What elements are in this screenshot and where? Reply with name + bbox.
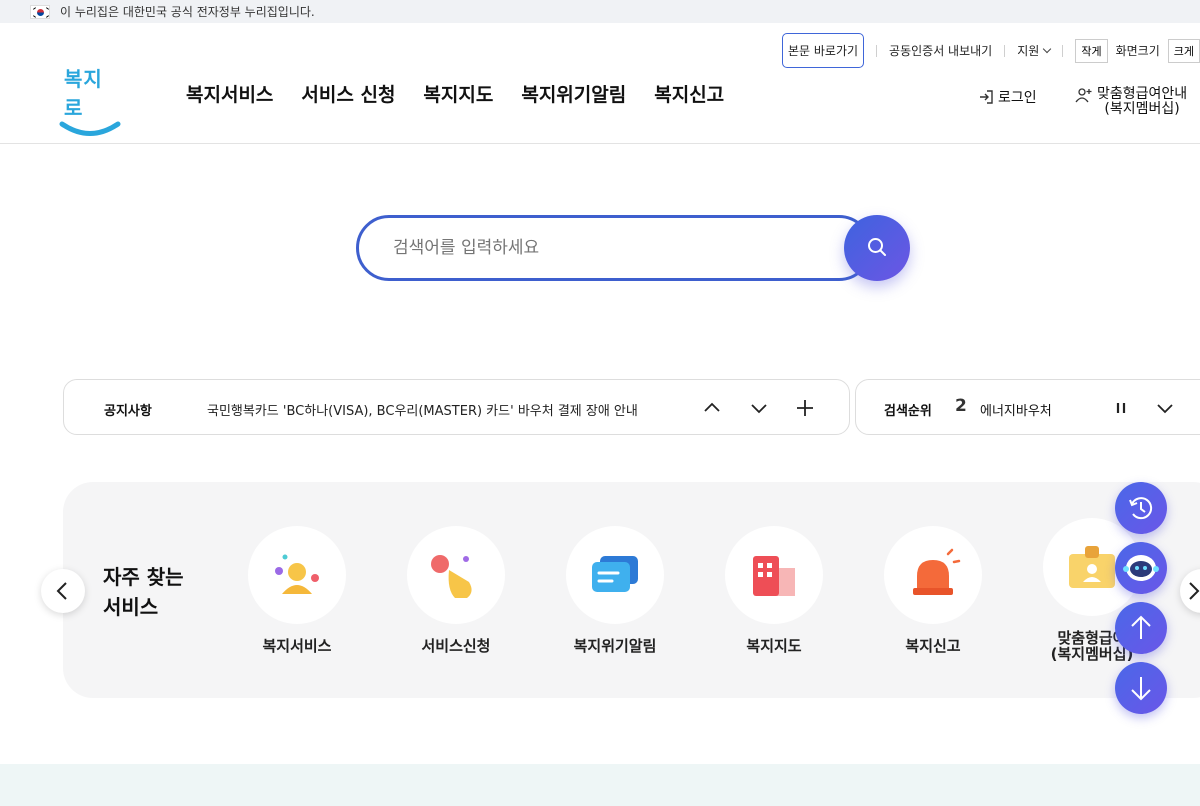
title-line1: 자주 찾는 — [103, 565, 184, 589]
chevron-right-icon — [1189, 582, 1200, 600]
arrow-up-icon — [1131, 615, 1151, 639]
login-icon — [980, 90, 993, 104]
arrow-down-icon — [1131, 677, 1151, 701]
membership-label: 맞춤형급여안내 (복지멤버십) — [1097, 87, 1187, 117]
membership-line1: 맞춤형급여안내 — [1097, 86, 1188, 102]
scroll-bottom-button[interactable] — [1115, 662, 1167, 714]
logo-text: 복지로 — [64, 67, 103, 120]
frequent-services: 자주 찾는 서비스 복지서비스 서비스신청 복지위기알림 복지지도 복지신고 맞… — [63, 482, 1200, 698]
chevron-down-icon[interactable] — [1155, 398, 1175, 418]
notice-label: 공지사항 — [104, 404, 152, 419]
section-background — [0, 764, 1200, 806]
service-label: 복지신고 — [905, 637, 961, 655]
cert-export-link[interactable]: 공동인증서 내보내기 — [889, 42, 992, 59]
service-label: 서비스신청 — [421, 637, 491, 655]
chevron-down-icon[interactable] — [749, 398, 769, 418]
service-label: 복지서비스 — [262, 637, 332, 655]
service-label: 복지위기알림 — [573, 637, 657, 655]
divider — [876, 44, 878, 57]
carousel-next-button[interactable] — [1180, 569, 1200, 613]
site-header: 본문 바로가기 공동인증서 내보내기 지원 작게 화면크기 크게 복지로 복지서… — [0, 23, 1200, 144]
nav-item-welfare-report[interactable]: 복지신고 — [654, 80, 724, 107]
membership-link[interactable]: 맞춤형급여안내 (복지멤버십) — [1075, 87, 1187, 117]
chatbot-icon — [1123, 555, 1159, 581]
divider — [1004, 44, 1006, 57]
ranking-number: 2 — [955, 396, 967, 416]
siren-icon — [884, 526, 982, 624]
font-small-button[interactable]: 작게 — [1075, 38, 1108, 63]
message-icon — [566, 526, 664, 624]
font-large-button[interactable]: 크게 — [1167, 38, 1200, 63]
divider — [1062, 44, 1064, 57]
login-link[interactable]: 로그인 — [978, 87, 1037, 107]
frequent-services-title: 자주 찾는 서비스 — [103, 562, 184, 622]
plus-icon[interactable] — [795, 398, 815, 418]
nav-item-service-apply[interactable]: 서비스 신청 — [301, 80, 395, 107]
utility-bar: 본문 바로가기 공동인증서 내보내기 지원 작게 화면크기 크게 — [781, 33, 1200, 68]
chevron-left-icon — [56, 582, 67, 600]
ranking-label: 검색순위 — [884, 404, 932, 419]
service-item-crisis-alert[interactable]: 복지위기알림 — [555, 526, 675, 654]
service-label: 복지지도 — [746, 637, 802, 655]
gov-banner: 이 누리집은 대한민국 공식 전자정부 누리집입니다. — [0, 0, 1200, 23]
font-size-label: 화면크기 — [1115, 44, 1160, 58]
search-button[interactable] — [844, 215, 910, 281]
service-item-welfare-report[interactable]: 복지신고 — [873, 526, 993, 654]
chatbot-button[interactable] — [1115, 542, 1167, 594]
gov-banner-text: 이 누리집은 대한민국 공식 전자정부 누리집입니다. — [60, 5, 315, 19]
korea-flag-icon — [30, 4, 50, 19]
notice-text[interactable]: 국민행복카드 'BC하나(VISA), BC우리(MASTER) 카드' 바우처… — [207, 400, 638, 419]
logo-smile-icon — [59, 121, 121, 136]
membership-line2: (복지멤버십) — [1104, 101, 1180, 117]
nav-item-crisis-alert[interactable]: 복지위기알림 — [521, 80, 626, 107]
building-icon — [725, 526, 823, 624]
user-add-icon — [1075, 88, 1092, 103]
service-item-welfare-map[interactable]: 복지지도 — [714, 526, 834, 654]
skip-to-content-button[interactable]: 본문 바로가기 — [781, 33, 865, 68]
search-input[interactable] — [356, 215, 872, 281]
search-bar — [356, 215, 910, 281]
chevron-up-icon[interactable] — [702, 398, 722, 418]
service-item-welfare-services[interactable]: 복지서비스 — [237, 526, 357, 654]
search-icon — [868, 237, 886, 256]
pause-icon[interactable] — [1111, 398, 1131, 418]
main-nav: 복지서비스 서비스 신청 복지지도 복지위기알림 복지신고 — [186, 80, 724, 107]
ranking-keyword[interactable]: 에너지바우처 — [980, 400, 1052, 419]
search-ranking-bar: 검색순위 2 에너지바우처 — [855, 379, 1200, 435]
scroll-top-button[interactable] — [1115, 602, 1167, 654]
title-line2: 서비스 — [103, 595, 159, 619]
carousel-prev-button[interactable] — [41, 569, 85, 613]
nav-item-welfare-map[interactable]: 복지지도 — [423, 80, 493, 107]
support-label: 지원 — [1017, 44, 1040, 58]
service-item-service-apply[interactable]: 서비스신청 — [396, 526, 516, 654]
support-dropdown[interactable]: 지원 — [1017, 42, 1052, 59]
nav-item-welfare-services[interactable]: 복지서비스 — [186, 80, 273, 107]
history-icon — [1129, 497, 1153, 520]
login-label: 로그인 — [998, 90, 1037, 106]
person-icon — [248, 526, 346, 624]
recent-history-button[interactable] — [1115, 482, 1167, 534]
site-logo[interactable]: 복지로 — [58, 63, 122, 136]
touch-icon — [407, 526, 505, 624]
notice-bar: 공지사항 국민행복카드 'BC하나(VISA), BC우리(MASTER) 카드… — [63, 379, 850, 435]
chevron-down-icon — [1043, 44, 1052, 54]
